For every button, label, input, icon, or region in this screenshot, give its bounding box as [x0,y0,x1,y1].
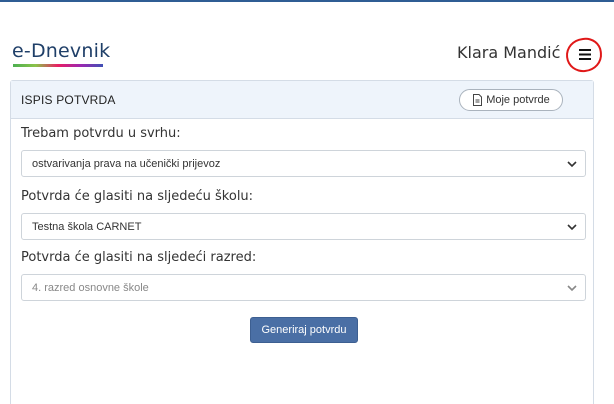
user-name: Klara Mandić [457,43,561,62]
top-border-line [0,0,614,2]
grade-label: Potvrda će glasiti na sljedeći razred: [21,250,257,265]
chevron-down-icon [567,161,577,168]
school-select-value: Testna škola CARNET [32,221,142,233]
generate-certificate-button[interactable]: Generiraj potvrdu [250,317,358,343]
menu-button[interactable] [572,41,598,67]
school-select[interactable]: Testna škola CARNET [21,213,586,240]
my-certificates-button[interactable]: Moje potvrde [459,89,563,111]
hamburger-menu-icon [579,48,591,60]
card-title: ISPIS POTVRDA [21,93,116,107]
purpose-select-value: ostvarivanja prava na učenički prijevoz [32,158,221,170]
chevron-down-icon [567,224,577,231]
certificate-card: ISPIS POTVRDA Moje potvrde Trebam potvrd… [10,80,594,404]
logo-color-bar [13,64,103,67]
card-header: ISPIS POTVRDA Moje potvrde [11,81,593,119]
purpose-label: Trebam potvrdu u svrhu: [21,126,181,141]
my-certificates-label: Moje potvrde [486,94,550,106]
grade-select-value: 4. razred osnovne škole [32,282,149,294]
document-icon [473,94,483,106]
app-logo[interactable]: e-Dnevnik [12,40,110,62]
grade-select[interactable]: 4. razred osnovne škole [21,274,586,301]
purpose-select[interactable]: ostvarivanja prava na učenički prijevoz [21,150,586,177]
school-label: Potvrda će glasiti na sljedeću školu: [21,189,254,204]
chevron-down-icon [567,285,577,292]
